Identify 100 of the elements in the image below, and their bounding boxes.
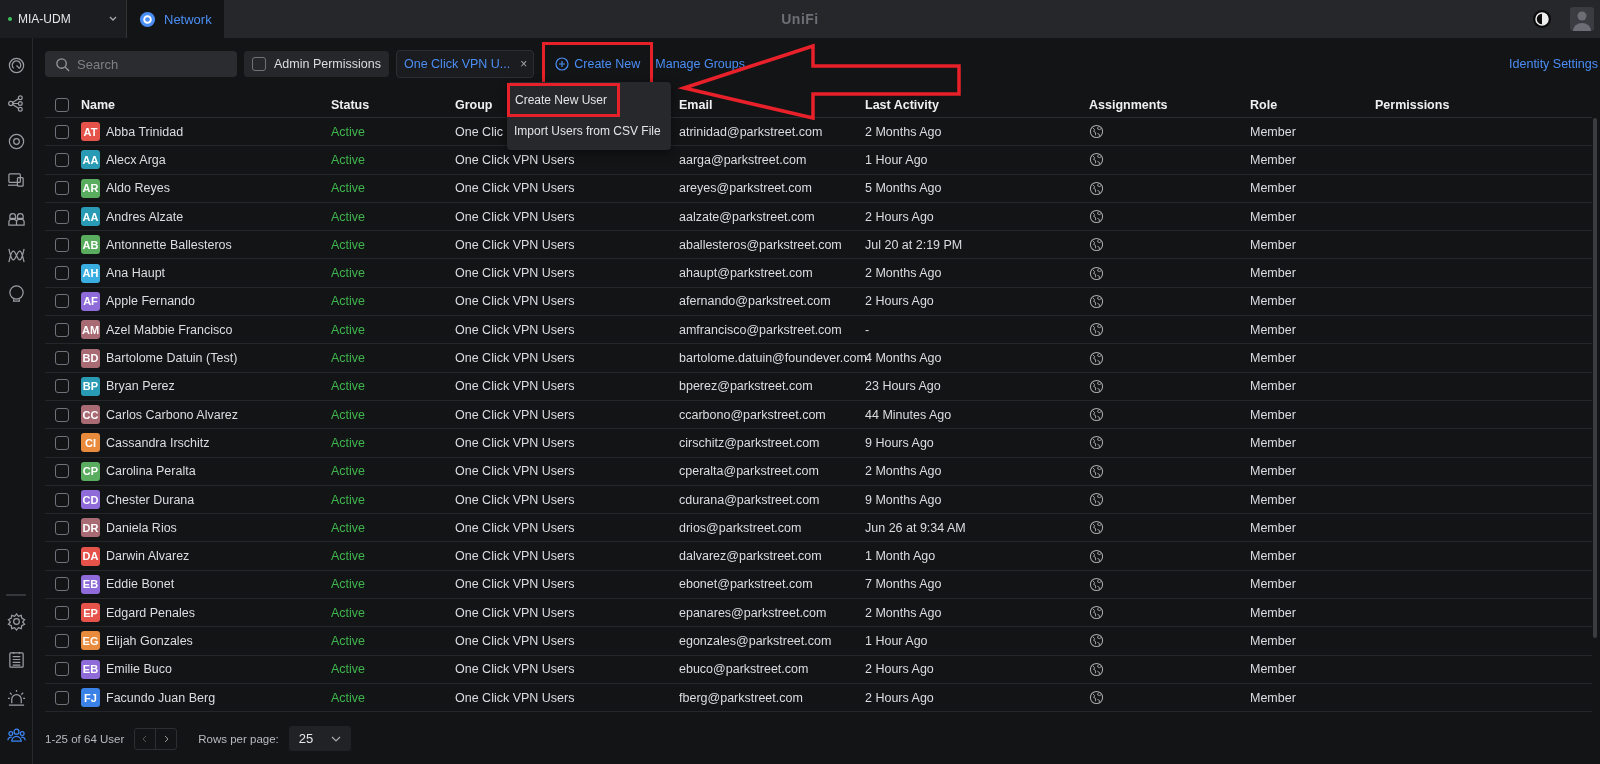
user-name[interactable]: Emilie Buco [106, 662, 172, 677]
row-checkbox[interactable] [55, 266, 69, 281]
last-activity-text: 2 Hours Ago [865, 209, 934, 224]
row-checkbox[interactable] [55, 549, 69, 564]
row-checkbox[interactable] [55, 492, 69, 507]
app-tab[interactable]: Network [127, 0, 224, 38]
row-checkbox[interactable] [55, 351, 69, 365]
gear-icon[interactable] [7, 612, 26, 631]
user-name[interactable]: Andres Alzate [106, 209, 184, 224]
row-checkbox[interactable] [55, 464, 69, 479]
email-text: aarga@parkstreet.com [679, 152, 807, 167]
globe-icon [1089, 124, 1104, 140]
search-field[interactable]: Search [45, 51, 237, 77]
alarm-icon[interactable] [7, 688, 26, 707]
globe-icon [1089, 350, 1104, 366]
checkbox[interactable] [252, 57, 266, 71]
column-header[interactable]: Assignments [1089, 93, 1250, 118]
row-checkbox[interactable] [55, 605, 69, 620]
role-text: Member [1250, 322, 1296, 337]
column-header[interactable]: Permissions [1375, 93, 1592, 118]
user-avatar: EB [81, 659, 100, 679]
select-all-checkbox[interactable] [55, 98, 69, 112]
identity-settings-link[interactable]: Identity Settings [1509, 57, 1598, 71]
column-header[interactable]: Email [679, 93, 865, 118]
row-checkbox[interactable] [55, 407, 69, 422]
column-header[interactable]: Role [1250, 93, 1375, 118]
user-name[interactable]: Daniela Rios [106, 520, 177, 535]
row-checkbox[interactable] [55, 379, 69, 394]
row-checkbox[interactable] [55, 520, 69, 535]
chevron-down-icon [331, 734, 342, 743]
user-name[interactable]: Apple Fernando [106, 294, 195, 309]
filter-chip[interactable]: One Click VPN U... × [396, 50, 535, 78]
theme-toggle-icon[interactable] [1532, 9, 1552, 29]
menu-item[interactable]: Create New User [508, 84, 620, 116]
network-icon [139, 10, 156, 28]
menu-item[interactable]: Import Users from CSV File [508, 116, 667, 146]
row-checkbox[interactable] [55, 634, 69, 648]
last-activity-text: 2 Months Ago [865, 124, 942, 139]
user-name[interactable]: Antonnette Ballesteros [106, 237, 232, 252]
user-name[interactable]: Edgard Penales [106, 605, 195, 620]
user-name[interactable]: Elijah Gonzales [106, 634, 193, 648]
last-activity-text: 1 Month Ago [865, 549, 936, 564]
group-name: One Click VPN Users [455, 690, 575, 705]
row-checkbox[interactable] [55, 181, 69, 196]
user-name[interactable]: Cassandra Irschitz [106, 435, 210, 450]
user-name[interactable]: Aldo Reyes [106, 181, 170, 196]
manage-groups-link[interactable]: Manage Groups [655, 57, 745, 71]
create-new-button[interactable]: Create New [551, 51, 645, 77]
caret-icon [108, 15, 118, 23]
user-name[interactable]: Bryan Perez [106, 379, 175, 394]
site-selector[interactable]: MIA-UDM [0, 0, 127, 38]
wave-icon[interactable] [7, 246, 26, 265]
row-checkbox[interactable] [55, 577, 69, 592]
user-name[interactable]: Carlos Carbono Alvarez [106, 407, 238, 422]
column-header[interactable]: Name [81, 93, 331, 118]
users-icon[interactable] [7, 726, 26, 745]
close-icon[interactable]: × [520, 57, 528, 71]
row-checkbox[interactable] [55, 124, 69, 139]
user-avatar: AR [81, 178, 100, 198]
user-name[interactable]: Darwin Alvarez [106, 549, 190, 564]
user-name[interactable]: Abba Trinidad [106, 124, 184, 139]
user-name[interactable]: Chester Durana [106, 492, 195, 507]
row-checkbox[interactable] [55, 294, 69, 309]
email-text: egonzales@parkstreet.com [679, 634, 832, 648]
scrollbar[interactable] [1593, 118, 1597, 638]
avatar-icon[interactable] [1570, 7, 1594, 31]
email-text: ccarbono@parkstreet.com [679, 407, 826, 422]
radar-icon[interactable] [7, 56, 26, 75]
email-text: cirschitz@parkstreet.com [679, 435, 820, 450]
user-name[interactable]: Carolina Peralta [106, 464, 196, 479]
email-text: amfrancisco@parkstreet.com [679, 322, 842, 337]
column-header[interactable]: Status [331, 93, 455, 118]
user-name[interactable]: Azel Mabbie Francisco [106, 322, 233, 337]
row-checkbox[interactable] [55, 662, 69, 677]
user-name[interactable]: Eddie Bonet [106, 577, 175, 592]
row-checkbox[interactable] [55, 322, 69, 337]
rows-per-page-select[interactable]: 25 [288, 726, 352, 752]
list-icon[interactable] [7, 650, 26, 669]
user-name[interactable]: Bartolome Datuin (Test) [106, 351, 238, 365]
target-icon[interactable] [7, 132, 26, 151]
topology-icon[interactable] [7, 94, 26, 113]
column-header[interactable]: Last Activity [865, 93, 1089, 118]
user-name[interactable]: Alecx Arga [106, 152, 166, 167]
role-text: Member [1250, 294, 1296, 309]
last-activity-text: 2 Months Ago [865, 605, 942, 620]
devices-icon[interactable] [7, 170, 26, 189]
email-text: aalzate@parkstreet.com [679, 209, 815, 224]
row-checkbox[interactable] [55, 435, 69, 450]
role-text: Member [1250, 266, 1296, 281]
row-checkbox[interactable] [55, 209, 69, 224]
row-checkbox[interactable] [55, 237, 69, 252]
user-name[interactable]: Facundo Juan Berg [106, 690, 216, 705]
status-text: Active [331, 237, 366, 252]
role-text: Member [1250, 662, 1296, 677]
row-checkbox[interactable] [55, 690, 69, 705]
last-activity-text: 23 Hours Ago [865, 379, 941, 394]
email-text: cdurana@parkstreet.com [679, 492, 820, 507]
row-checkbox[interactable] [55, 152, 69, 167]
user-name[interactable]: Ana Haupt [106, 266, 166, 281]
bulb-icon[interactable] [7, 284, 26, 303]
